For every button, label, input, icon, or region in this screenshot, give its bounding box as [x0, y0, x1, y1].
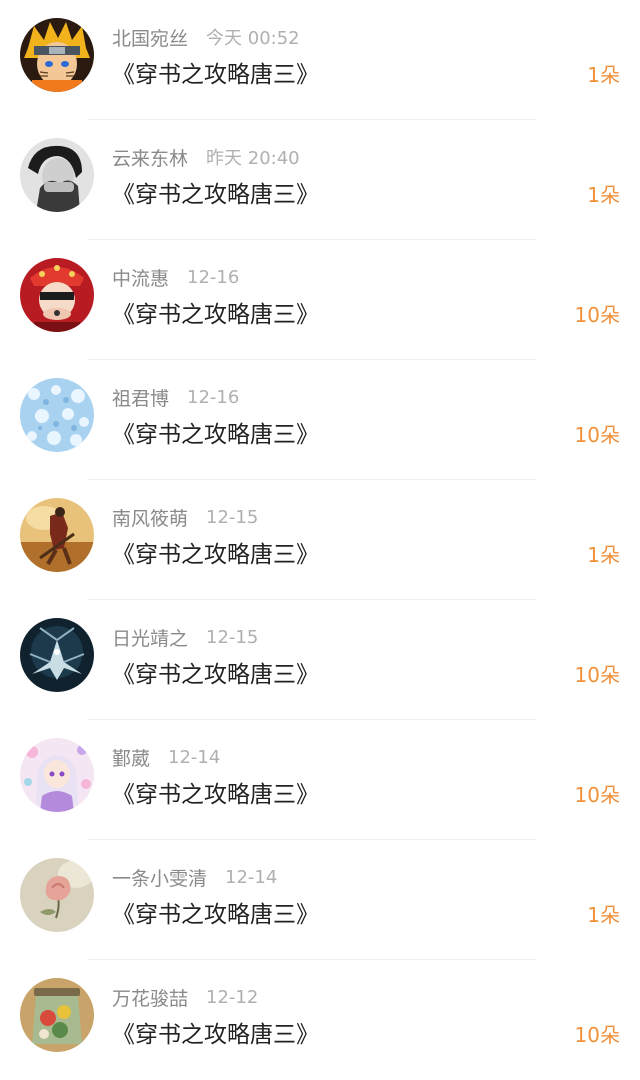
- gift-count: 1朵: [587, 183, 620, 207]
- username[interactable]: 一条小雯清: [112, 864, 207, 891]
- list-item[interactable]: 鄞葳 12-14 《穿书之攻略唐三》 10朵: [0, 720, 640, 840]
- record-meta: 北国宛丝 今天 00:52: [112, 24, 300, 50]
- record-meta: 日光靖之 12-15: [112, 624, 258, 650]
- record-meta: 祖君博 12-16: [112, 384, 239, 410]
- bw-portrait-avatar-icon[interactable]: [20, 138, 94, 212]
- book-title[interactable]: 《穿书之攻略唐三》: [112, 298, 319, 332]
- list-item[interactable]: 祖君博 12-16 《穿书之攻略唐三》 10朵: [0, 360, 640, 480]
- timestamp: 12-15: [206, 626, 259, 648]
- anime-girl-avatar-icon[interactable]: [20, 738, 94, 812]
- book-title[interactable]: 《穿书之攻略唐三》: [112, 538, 319, 572]
- timestamp: 12-14: [168, 746, 221, 768]
- gift-record-list: 北国宛丝 今天 00:52 《穿书之攻略唐三》 1朵 云来东林 昨天 20:40…: [0, 0, 640, 1071]
- list-item[interactable]: 一条小雯清 12-14 《穿书之攻略唐三》 1朵: [0, 840, 640, 960]
- jar-avatar-icon[interactable]: [20, 978, 94, 1052]
- book-title[interactable]: 《穿书之攻略唐三》: [112, 178, 319, 212]
- username[interactable]: 日光靖之: [112, 624, 188, 651]
- book-title[interactable]: 《穿书之攻略唐三》: [112, 898, 319, 932]
- username[interactable]: 南风筱萌: [112, 504, 188, 531]
- list-item[interactable]: 日光靖之 12-15 《穿书之攻略唐三》 10朵: [0, 600, 640, 720]
- book-title[interactable]: 《穿书之攻略唐三》: [112, 778, 319, 812]
- list-item[interactable]: 万花骏喆 12-12 《穿书之攻略唐三》 10朵: [0, 960, 640, 1080]
- timestamp: 昨天 20:40: [206, 148, 300, 169]
- username[interactable]: 万花骏喆: [112, 984, 188, 1011]
- username[interactable]: 中流惠: [112, 264, 169, 291]
- timestamp: 12-16: [187, 266, 240, 288]
- gift-count: 1朵: [587, 543, 620, 567]
- timestamp: 12-16: [187, 386, 240, 408]
- username[interactable]: 鄞葳: [112, 744, 150, 771]
- gift-count: 10朵: [574, 423, 620, 447]
- gift-count: 10朵: [574, 663, 620, 687]
- timestamp: 今天 00:52: [206, 28, 300, 49]
- timestamp: 12-15: [206, 506, 259, 528]
- username[interactable]: 云来东林: [112, 144, 188, 171]
- book-title[interactable]: 《穿书之攻略唐三》: [112, 418, 319, 452]
- red-costume-avatar-icon[interactable]: [20, 258, 94, 332]
- list-item[interactable]: 北国宛丝 今天 00:52 《穿书之攻略唐三》 1朵: [0, 0, 640, 120]
- record-meta: 云来东林 昨天 20:40: [112, 144, 300, 170]
- gift-count: 10朵: [574, 1023, 620, 1047]
- record-meta: 南风筱萌 12-15: [112, 504, 258, 530]
- record-meta: 万花骏喆 12-12: [112, 984, 258, 1010]
- record-meta: 鄞葳 12-14: [112, 744, 220, 770]
- dark-creature-avatar-icon[interactable]: [20, 618, 94, 692]
- book-title[interactable]: 《穿书之攻略唐三》: [112, 658, 319, 692]
- gift-count: 1朵: [587, 63, 620, 87]
- timestamp: 12-14: [225, 866, 278, 888]
- book-title[interactable]: 《穿书之攻略唐三》: [112, 1018, 319, 1052]
- gift-count: 10朵: [574, 783, 620, 807]
- rose-avatar-icon[interactable]: [20, 858, 94, 932]
- gift-count: 10朵: [574, 303, 620, 327]
- record-meta: 中流惠 12-16: [112, 264, 239, 290]
- book-title[interactable]: 《穿书之攻略唐三》: [112, 58, 319, 92]
- list-item[interactable]: 南风筱萌 12-15 《穿书之攻略唐三》 1朵: [0, 480, 640, 600]
- timestamp: 12-12: [206, 986, 259, 1008]
- snowflake-avatar-icon[interactable]: [20, 378, 94, 452]
- list-item[interactable]: 云来东林 昨天 20:40 《穿书之攻略唐三》 1朵: [0, 120, 640, 240]
- warrior-art-avatar-icon[interactable]: [20, 498, 94, 572]
- gift-count: 1朵: [587, 903, 620, 927]
- naruto-avatar-icon[interactable]: [20, 18, 94, 92]
- list-item[interactable]: 中流惠 12-16 《穿书之攻略唐三》 10朵: [0, 240, 640, 360]
- record-meta: 一条小雯清 12-14: [112, 864, 277, 890]
- username[interactable]: 祖君博: [112, 384, 169, 411]
- username[interactable]: 北国宛丝: [112, 24, 188, 51]
